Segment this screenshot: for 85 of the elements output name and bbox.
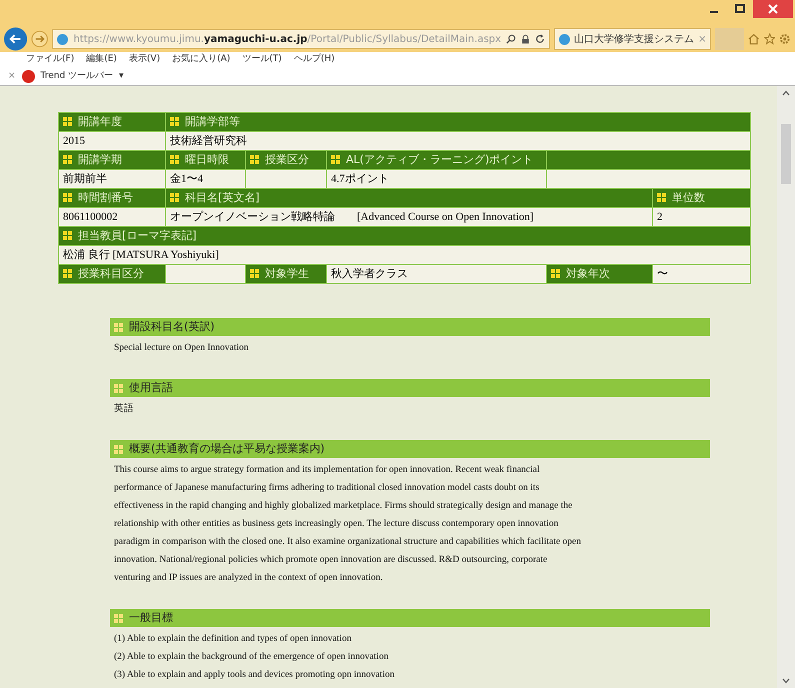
- section-heading: 概要(共通教育の場合は平易な授業案内): [110, 440, 710, 458]
- header-cell: 授業区分: [246, 150, 326, 170]
- close-icon[interactable]: [753, 0, 793, 18]
- body-text: (3) Able to explain and apply tools and devices promoting opn innovation: [114, 669, 396, 682]
- body-text: paradigm in comparison with the closed one. It also examine organizational structure and capabilities which facilitate open: [114, 536, 582, 549]
- lock-icon[interactable]: [521, 34, 530, 44]
- table-cell: 技術経営研究科: [166, 132, 751, 150]
- dots-icon: [170, 117, 179, 126]
- body-text: Special lecture on Open Innovation: [114, 342, 250, 355]
- menu-item[interactable]: ヘルプ(H): [294, 53, 335, 67]
- page-icon: [57, 34, 68, 44]
- header-cell: 開講学期: [58, 150, 166, 170]
- header-cell: 担当教員[ローマ字表記]: [58, 226, 751, 246]
- body-text: 英語: [114, 402, 135, 416]
- dots-icon: [250, 269, 259, 278]
- scroll-thumb[interactable]: [781, 124, 791, 184]
- body-text: This course aims to argue strategy formation and its implementation for open innovation. Recent weak financial: [114, 464, 541, 477]
- dots-icon: [63, 193, 72, 202]
- refresh-icon[interactable]: [535, 34, 546, 44]
- page-icon: [559, 34, 570, 44]
- toolbar-caret[interactable]: ▾: [119, 70, 124, 84]
- url-text: https://www.kyoumu.jimu.yamaguchi-u.ac.jp/Portal/Public/Syllabus/DetailMain.aspx: [73, 32, 502, 46]
- body-text: effectiveness in the rapid changing and highly globalized marketplace. Firms should strategically design and manage the: [114, 500, 574, 513]
- body-text: performance of Japanese manufacturing firms adhering to traditional closed innovation model casts doubt on its: [114, 482, 540, 495]
- toolbar-label[interactable]: Trend ツールバー: [40, 70, 114, 84]
- header-cell: 曜日時限: [166, 150, 246, 170]
- home-icon[interactable]: [748, 33, 760, 45]
- address-field[interactable]: https://www.kyoumu.jimu.yamaguchi-u.ac.jp/Portal/Public/Syllabus/DetailMain.aspx: [52, 29, 550, 49]
- dots-icon: [170, 155, 179, 164]
- menu-item[interactable]: お気に入り(A): [172, 53, 230, 67]
- scroll-down-icon[interactable]: [782, 678, 790, 684]
- settings-icon[interactable]: [779, 33, 791, 45]
- toolbar-close[interactable]: ×: [8, 70, 16, 84]
- table-cell: 2: [652, 208, 751, 226]
- table-cell: 8061100002: [58, 208, 166, 226]
- menu-item[interactable]: 表示(V): [128, 53, 160, 67]
- header-cell: 対象学生: [246, 264, 326, 284]
- dots-icon: [63, 155, 72, 164]
- header-cell: 単位数: [652, 188, 751, 208]
- dots-icon: [250, 155, 259, 164]
- header-cell: 授業科目区分: [58, 264, 166, 284]
- dots-icon: [170, 193, 179, 202]
- menu-item[interactable]: ツール(T): [242, 53, 282, 67]
- browser-tab[interactable]: 山口大学修学支援システム ×: [554, 28, 712, 50]
- body-text: relationship with other entities as business gets increasingly open. The lecture discuss contemporary open innovation: [114, 518, 560, 531]
- dots-icon: [63, 269, 72, 278]
- header-cell: 開講学部等: [166, 112, 751, 132]
- scrollbar[interactable]: [777, 86, 795, 688]
- body-text: venturing and IP issues are analyzed in the context of open innovation.: [114, 572, 384, 585]
- body-text: (2) Able to explain the background of the emergence of open innovation: [114, 651, 390, 664]
- table-cell: 〜: [652, 264, 751, 284]
- body-text: (1) Able to explain the definition and types of open innovation: [114, 633, 352, 646]
- table-cell: 4.7ポイント: [326, 170, 546, 188]
- dots-icon: [331, 155, 340, 164]
- table-cell: 秋入学者クラス: [326, 264, 546, 284]
- table-cell: 前期前半: [58, 170, 166, 188]
- table-cell: オープンイノベーション戦略特論 [Advanced Course on Open Innovation]: [166, 208, 652, 226]
- section-heading: 使用言語: [110, 379, 710, 397]
- forward-icon[interactable]: [31, 30, 48, 48]
- dots-icon: [114, 614, 123, 622]
- tab-title: 山口大学修学支援システム: [574, 32, 694, 46]
- dots-icon: [114, 322, 123, 332]
- menu-item[interactable]: 編集(E): [86, 53, 117, 67]
- dots-icon: [63, 117, 72, 126]
- header-cell: 開講年度: [58, 112, 166, 132]
- scroll-up-icon[interactable]: [782, 90, 790, 96]
- dots-icon: [657, 193, 666, 202]
- dots-icon: [551, 269, 560, 278]
- search-icon[interactable]: [506, 34, 516, 44]
- dots-icon: [114, 444, 123, 454]
- section-heading: 一般目標: [110, 609, 710, 627]
- header-cell: AL(アクティブ・ラーニング)ポイント: [326, 150, 546, 170]
- header-cell: 対象年次: [546, 264, 652, 284]
- section-heading: 開設科目名(英訳): [110, 318, 710, 336]
- back-icon[interactable]: [4, 27, 28, 51]
- header-cell: 科目名[英文名]: [166, 188, 652, 208]
- star-icon[interactable]: [764, 33, 776, 45]
- table-cell: 松浦 良行 [MATSURA Yoshiyuki]: [58, 246, 751, 264]
- body-text: innovation. National/regional policies which promote open innovation are discussed. R&D outsourcing, corporate: [114, 554, 548, 567]
- header-cell: 時間割番号: [58, 188, 166, 208]
- dots-icon: [63, 231, 72, 240]
- table-cell: 金1〜4: [166, 170, 246, 188]
- menu-item[interactable]: ファイル(F): [26, 53, 74, 67]
- table-cell: 2015: [58, 132, 166, 150]
- dots-icon: [114, 384, 123, 392]
